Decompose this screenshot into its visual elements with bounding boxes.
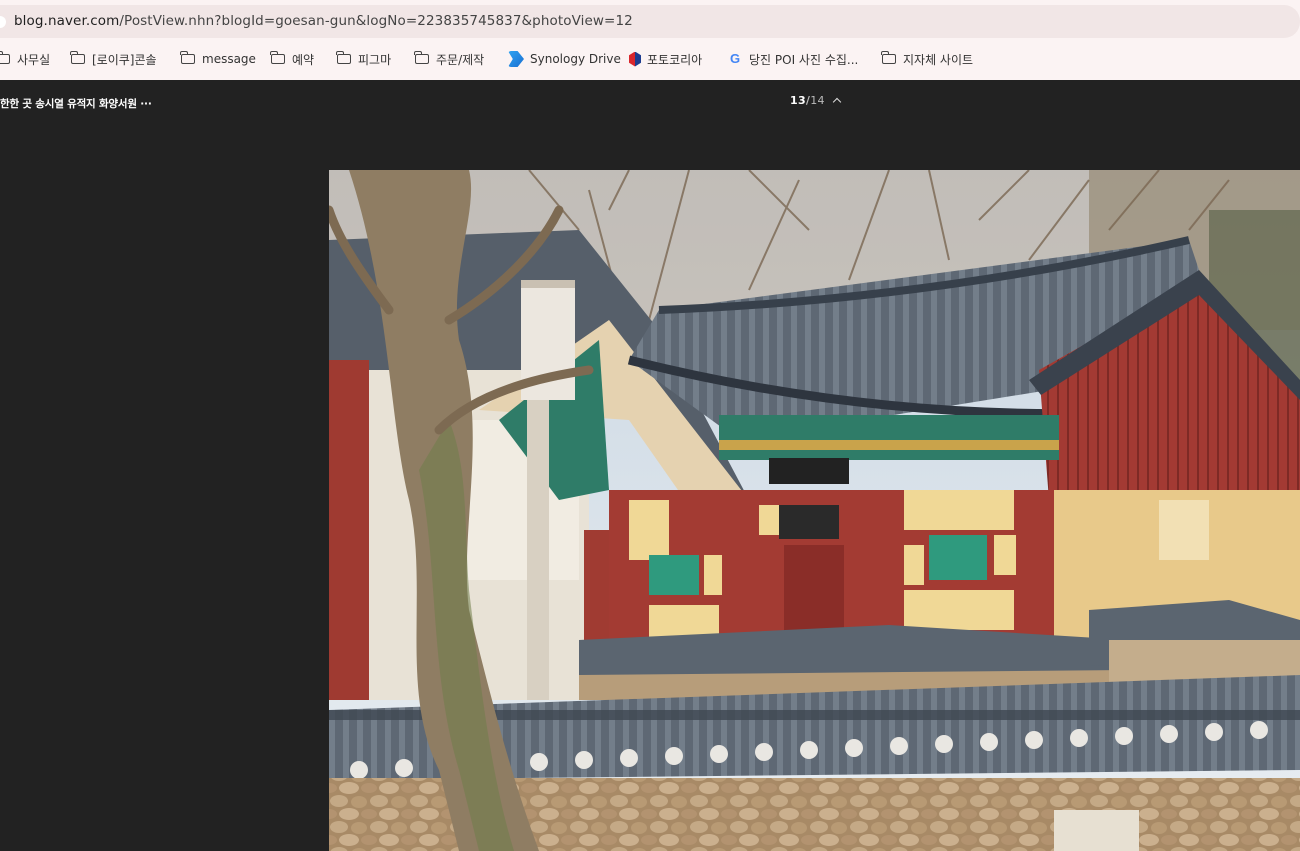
synology-drive-icon — [508, 51, 524, 67]
bookmark-label: 사무실 — [17, 52, 51, 67]
folder-icon — [881, 51, 896, 64]
bookmark-item[interactable]: message — [180, 50, 256, 68]
bookmark-label: 지자체 사이트 — [903, 52, 974, 67]
address-bar-strip: blog.naver.com/PostView.nhn?blogId=goesa… — [0, 0, 1300, 39]
bookmark-item[interactable]: 사무실 — [0, 50, 50, 68]
total-photo-count: 14 — [810, 94, 825, 107]
url-path: /PostView.nhn?blogId=goesan-gun&logNo=22… — [119, 13, 633, 29]
viewer-photo[interactable] — [329, 170, 1300, 851]
folder-icon — [0, 51, 10, 64]
site-info-icon[interactable] — [0, 16, 6, 28]
current-photo-number: 13 — [790, 94, 806, 107]
chevron-up-icon[interactable] — [832, 94, 844, 106]
bookmark-item[interactable]: 지자체 사이트 — [881, 50, 974, 68]
folder-icon — [270, 51, 285, 64]
bookmark-item[interactable]: 피그마 — [336, 50, 392, 68]
bookmark-item[interactable]: G 당진 POI 사진 수집... — [727, 50, 858, 68]
bookmark-label: 포토코리아 — [647, 52, 703, 67]
folder-icon — [414, 51, 429, 64]
post-title: 한한 곳 송시열 유적지 화양서원 ··· — [0, 98, 152, 110]
photo-counter: 13/14 — [790, 94, 825, 107]
bookmark-label: [로이쿠]콘솔 — [92, 52, 157, 67]
traditional-korean-building-photo — [329, 170, 1300, 851]
google-icon: G — [729, 51, 741, 66]
photo-viewer-header: 한한 곳 송시열 유적지 화양서원 ··· 13/14 — [0, 80, 1300, 124]
folder-icon — [70, 51, 85, 64]
bookmark-item[interactable]: [로이쿠]콘솔 — [70, 50, 157, 68]
folder-icon — [180, 51, 195, 64]
bookmark-label: 피그마 — [358, 52, 392, 67]
bookmark-item[interactable]: 주문/제작 — [414, 50, 485, 68]
url-text[interactable]: blog.naver.com/PostView.nhn?blogId=goesa… — [14, 13, 633, 29]
url-domain: blog.naver.com — [14, 13, 120, 29]
bookmark-item[interactable]: 포토코리아 — [629, 50, 702, 68]
bookmarks-bar: 사무실 [로이쿠]콘솔 message 예약 피그마 주문/제작 Synolog… — [0, 39, 1300, 81]
bookmark-label: 주문/제작 — [436, 52, 485, 67]
bookmark-item[interactable]: Synology Drive — [508, 50, 621, 68]
bookmark-item[interactable]: 예약 — [270, 50, 315, 68]
photokorea-icon — [629, 51, 641, 67]
bookmark-label: 예약 — [292, 52, 315, 67]
address-bar[interactable]: blog.naver.com/PostView.nhn?blogId=goesa… — [0, 5, 1300, 38]
folder-icon — [336, 51, 351, 64]
bookmark-label: 당진 POI 사진 수집... — [749, 52, 859, 67]
bookmark-label: message — [202, 52, 256, 66]
bookmark-label: Synology Drive — [530, 52, 621, 66]
